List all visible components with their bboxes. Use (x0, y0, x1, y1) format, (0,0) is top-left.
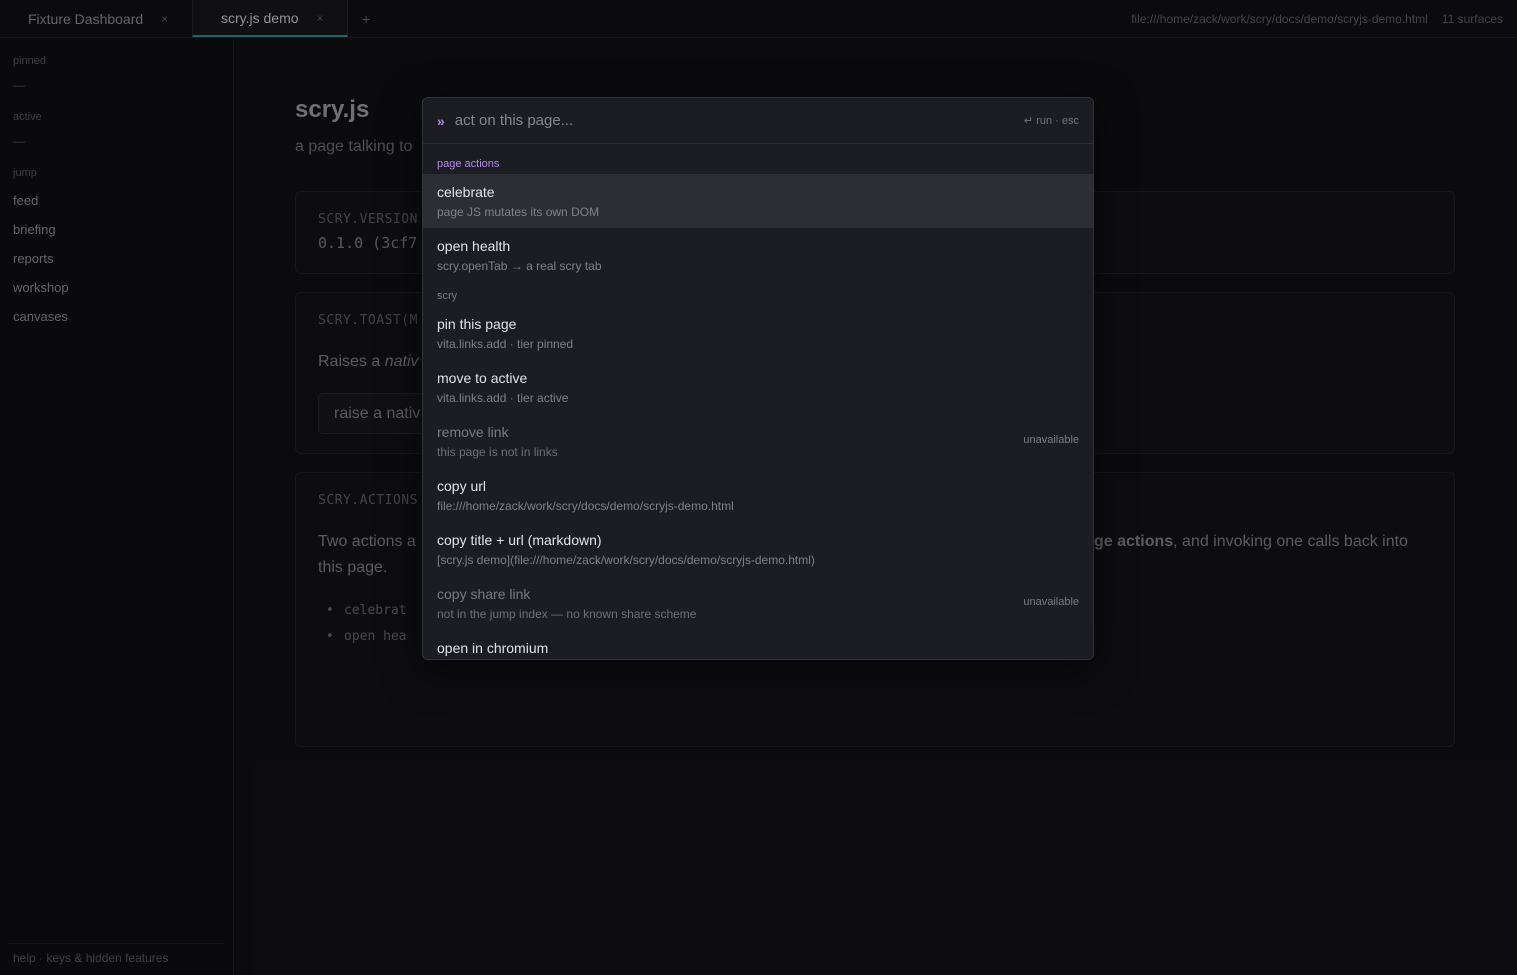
command-title: pin this page (437, 316, 517, 332)
command-description: this page is not in links (437, 445, 558, 459)
command-title: celebrate (437, 184, 495, 200)
command-item-pin-page[interactable]: pin this page vita.links.add · tier pinn… (423, 306, 1093, 360)
command-item-copy-share-link[interactable]: copy share link not in the jump index — … (423, 576, 1093, 630)
command-input[interactable] (454, 112, 1024, 129)
command-description: file:///home/zack/work/scry/docs/demo/sc… (437, 499, 734, 513)
command-title: open health (437, 238, 511, 254)
unavailable-badge: unavailable (1023, 434, 1079, 446)
command-item-open-health[interactable]: open health scry.openTab → a real scry t… (423, 228, 1093, 282)
command-description: vita.links.add · tier active (437, 391, 569, 405)
command-description: not in the jump index — no known share s… (437, 607, 697, 621)
command-palette: » ↵ run · esc page actions celebrate pag… (422, 97, 1094, 660)
prompt-chevron-icon: » (437, 112, 445, 129)
group-label-scry: scry (437, 290, 458, 302)
command-title: remove link (437, 424, 509, 440)
command-item-copy-url[interactable]: copy url file:///home/zack/work/scry/doc… (423, 468, 1093, 522)
command-item-celebrate[interactable]: celebrate page JS mutates its own DOM (423, 174, 1093, 228)
command-title: move to active (437, 370, 528, 386)
command-title: copy title + url (markdown) (437, 532, 602, 548)
command-item-open-in-chromium[interactable]: open in chromium (423, 630, 1093, 659)
command-description: [scry.js demo](file:///home/zack/work/sc… (437, 553, 815, 567)
command-title: open in chromium (437, 640, 549, 656)
command-title: copy url (437, 478, 487, 494)
command-title: copy share link (437, 586, 531, 602)
keyboard-hint: ↵ run · esc (1023, 115, 1079, 127)
palette-header: » ↵ run · esc (423, 98, 1093, 144)
command-description: vita.links.add · tier pinned (437, 337, 574, 351)
command-item-move-to-active[interactable]: move to active vita.links.add · tier act… (423, 360, 1093, 414)
command-description: page JS mutates its own DOM (437, 205, 600, 219)
command-item-copy-markdown[interactable]: copy title + url (markdown) [scry.js dem… (423, 522, 1093, 576)
group-label-page-actions: page actions (437, 158, 500, 170)
unavailable-badge: unavailable (1023, 596, 1079, 608)
command-description: scry.openTab → a real scry tab (437, 259, 602, 273)
command-item-remove-link[interactable]: remove link this page is not in links un… (423, 414, 1093, 468)
palette-results: page actions celebrate page JS mutates i… (423, 144, 1093, 659)
